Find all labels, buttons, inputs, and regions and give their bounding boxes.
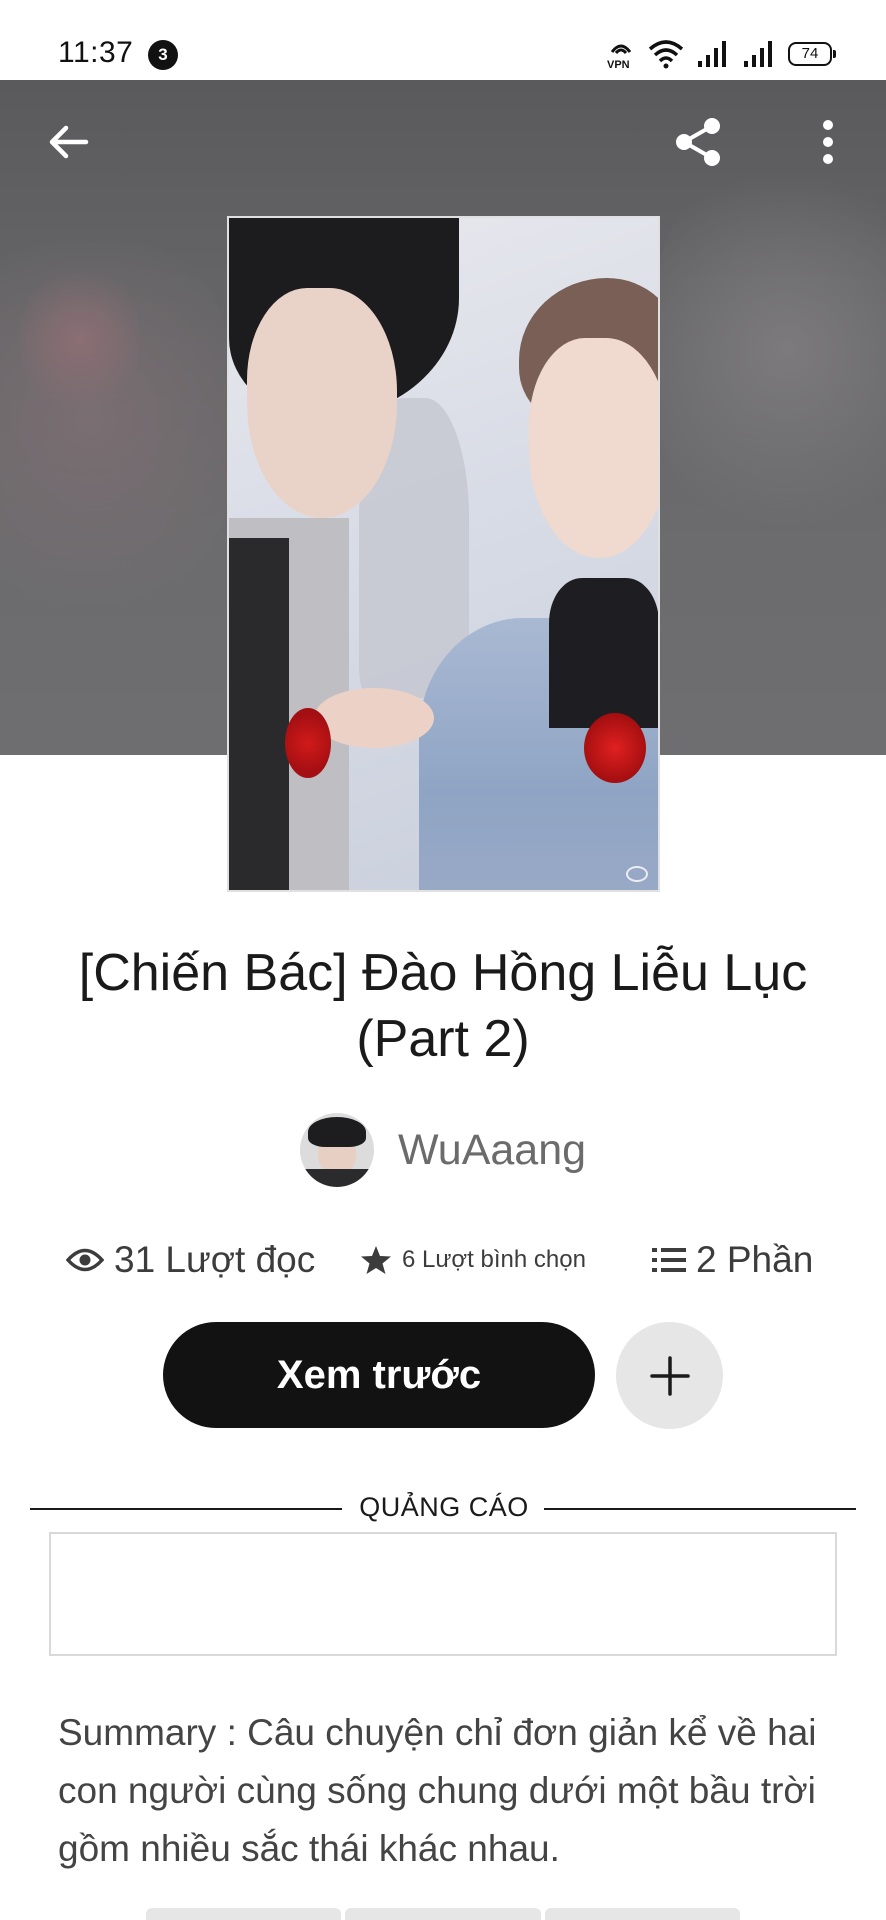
notification-count-badge: 3 [148, 40, 178, 70]
ad-label: QUẢNG CÁO [359, 1492, 529, 1522]
star-icon [361, 1246, 391, 1274]
author-avatar[interactable] [299, 1113, 374, 1187]
plus-icon [649, 1355, 690, 1396]
votes-count: 6 Lượt bình chọn [402, 1246, 586, 1273]
status-bar: 11:37 3 VPN 74 [0, 0, 886, 80]
share-icon [676, 118, 720, 166]
signal-icon [698, 41, 726, 67]
reads-count: 31 Lượt đọc [114, 1239, 316, 1280]
vpn-icon: VPN [607, 44, 632, 70]
more-vertical-icon [823, 120, 833, 164]
add-to-library-button[interactable] [616, 1322, 723, 1429]
author-row[interactable]: WuAaang [0, 1112, 886, 1188]
book-cover-image[interactable] [227, 216, 660, 892]
status-icons: VPN 74 [606, 36, 836, 72]
watermark-icon [626, 866, 648, 882]
battery-level: 74 [801, 45, 819, 62]
bottom-tag-strip [146, 1908, 740, 1920]
reads-stat: 31 Lượt đọc [66, 1232, 315, 1288]
list-icon [652, 1248, 686, 1272]
back-arrow-icon [49, 125, 89, 159]
ad-slot[interactable] [49, 1532, 837, 1656]
eye-icon [66, 1248, 104, 1272]
parts-count: 2 Phần [696, 1239, 814, 1280]
signal-icon [744, 41, 772, 67]
author-name[interactable]: WuAaang [398, 1126, 586, 1175]
wifi-icon [648, 40, 684, 69]
share-button[interactable] [668, 112, 728, 172]
votes-stat: 6 Lượt bình chọn [360, 1232, 586, 1288]
story-stats: 31 Lượt đọc 6 Lượt bình chọn 2 Phần [0, 1232, 886, 1288]
status-time: 11:37 [58, 36, 134, 69]
back-button[interactable] [38, 112, 98, 172]
story-summary: Summary : Câu chuyện chỉ đơn giản kể về … [58, 1712, 817, 1869]
story-title: [Chiến Bác] Đào Hồng Liễu Lục (Part 2) [78, 944, 808, 1068]
parts-stat: 2 Phần [652, 1232, 813, 1288]
preview-button[interactable]: Xem trước [163, 1322, 595, 1428]
more-options-button[interactable] [798, 112, 858, 172]
battery-icon: 74 [788, 42, 836, 66]
svg-text:VPN: VPN [607, 59, 630, 70]
ad-divider: QUẢNG CÁO [30, 1492, 856, 1526]
